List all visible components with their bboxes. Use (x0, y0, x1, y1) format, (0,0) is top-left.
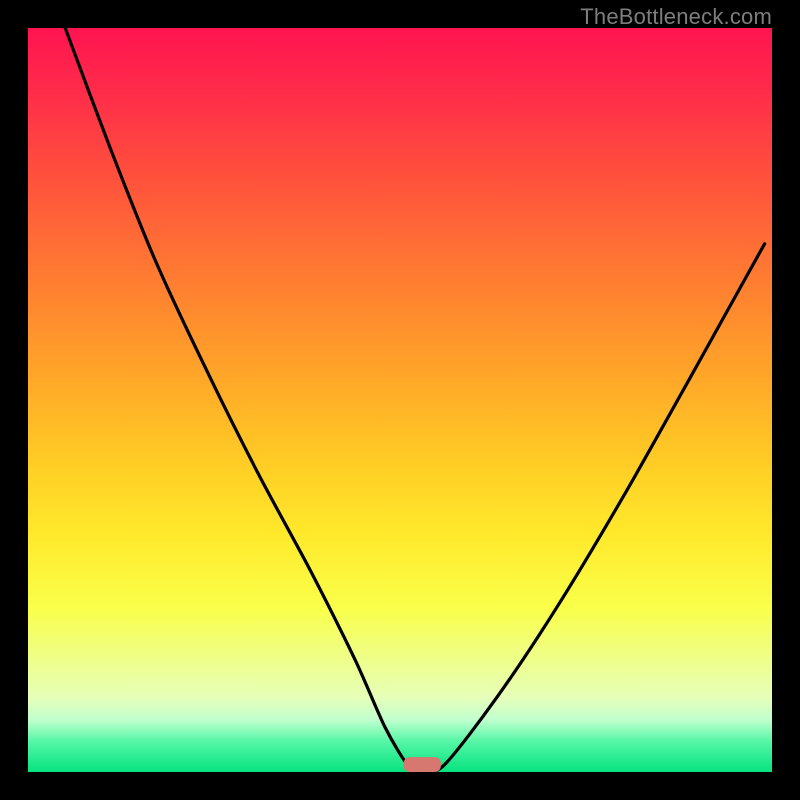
curve-svg (28, 28, 772, 772)
bottleneck-curve (65, 28, 764, 772)
watermark-text: TheBottleneck.com (580, 4, 772, 30)
chart-frame: TheBottleneck.com (0, 0, 800, 800)
optimum-marker (404, 757, 441, 772)
plot-area (28, 28, 772, 772)
